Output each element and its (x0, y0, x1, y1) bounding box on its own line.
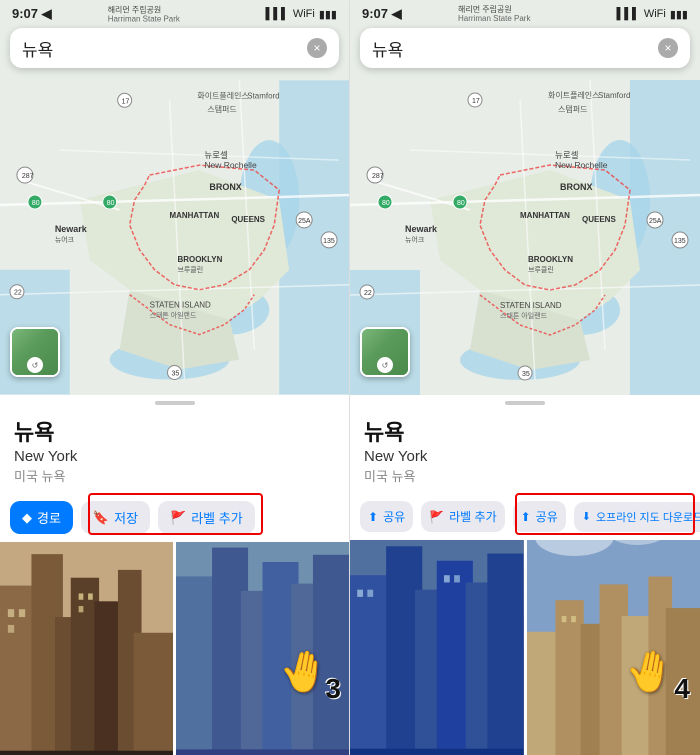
photo-tile-1-right[interactable] (350, 540, 524, 755)
svg-text:Newark: Newark (55, 224, 87, 234)
svg-text:BRONX: BRONX (209, 182, 241, 192)
svg-text:287: 287 (372, 173, 384, 180)
offline-button-right[interactable]: ⬇ 오프라인 지도 다운로드 (574, 502, 700, 532)
wifi-icon-r: WiFi (644, 8, 666, 20)
search-clear-right[interactable]: × (658, 38, 678, 58)
svg-text:QUEENS: QUEENS (231, 215, 265, 224)
svg-text:뉴로셀: 뉴로셀 (555, 150, 579, 160)
svg-text:화이트플레인스: 화이트플레인스 (197, 90, 248, 100)
map-thumbnail-left[interactable]: ↺ (10, 327, 60, 377)
svg-text:BROOKLYN: BROOKLYN (177, 255, 222, 264)
search-text-left: 뉴욕 (22, 36, 307, 61)
svg-text:MANHATTAN: MANHATTAN (520, 211, 570, 220)
city-name-kr-right: 뉴욕 (364, 415, 686, 447)
city-name-kr-left: 뉴욕 (14, 415, 335, 447)
share-button-right[interactable]: ⬆ 공유 (360, 501, 413, 532)
status-bar-right: 9:07 ◀ ▌▌▌ WiFi ▮▮▮ (350, 0, 700, 28)
svg-text:Stamford: Stamford (598, 91, 630, 100)
svg-text:뉴어크: 뉴어크 (55, 235, 75, 244)
svg-text:스태튼 아일랜드: 스태튼 아일랜드 (500, 311, 548, 320)
svg-text:25A: 25A (649, 218, 662, 225)
scroll-indicator-right (505, 401, 545, 405)
svg-text:뉴어크: 뉴어크 (405, 235, 425, 244)
svg-text:35: 35 (522, 371, 530, 378)
svg-text:80: 80 (32, 200, 40, 207)
svg-text:17: 17 (472, 98, 480, 105)
status-bar-left: 9:07 ◀ ▌▌▌ WiFi ▮▮▮ (0, 0, 349, 28)
svg-text:25A: 25A (298, 218, 311, 225)
search-bar-right[interactable]: 뉴욕 × (360, 28, 690, 68)
photo-tile-2-right[interactable] (527, 540, 700, 755)
svg-text:22: 22 (364, 290, 372, 297)
scroll-indicator-left (155, 401, 195, 405)
save-button-left[interactable]: 🔖 저장 (81, 501, 150, 534)
status-time-left: 9:07 ◀ (12, 6, 52, 22)
svg-text:스탬퍼드: 스탬퍼드 (207, 104, 236, 114)
search-clear-left[interactable]: × (307, 38, 327, 58)
svg-text:22: 22 (14, 290, 22, 297)
info-card-right: 뉴욕 New York 미국 뉴욕 (350, 409, 700, 493)
city-region-left: 미국 뉴욕 (14, 466, 335, 485)
route-button-left[interactable]: ◆ 경로 (10, 501, 73, 534)
svg-text:80: 80 (107, 200, 115, 207)
search-bar-left[interactable]: 뉴욕 × (10, 28, 339, 68)
svg-text:35: 35 (172, 370, 180, 377)
svg-text:135: 135 (323, 238, 335, 245)
svg-text:스탬퍼드: 스탬퍼드 (558, 104, 587, 114)
photo-tile-1-left[interactable] (0, 542, 173, 755)
battery-icon: ▮▮▮ (319, 8, 337, 21)
city-name-en-right: New York (364, 448, 686, 465)
label-icon-r: 🚩 (429, 510, 444, 524)
svg-text:STATEN ISLAND: STATEN ISLAND (500, 301, 562, 310)
left-panel: 9:07 ◀ ▌▌▌ WiFi ▮▮▮ (0, 0, 350, 755)
svg-text:브루클린: 브루클린 (528, 265, 554, 274)
share2-button-right[interactable]: ⬆ 공유 (513, 501, 566, 532)
right-panel: 9:07 ◀ ▌▌▌ WiFi ▮▮▮ 해리먼 주립공원 Harr (350, 0, 700, 755)
share2-icon: ⬆ (521, 510, 531, 524)
status-icons-left: ▌▌▌ WiFi ▮▮▮ (265, 8, 337, 21)
svg-text:80: 80 (457, 200, 465, 207)
svg-text:135: 135 (674, 238, 686, 245)
svg-text:MANHATTAN: MANHATTAN (170, 211, 220, 220)
search-text-right: 뉴욕 (372, 36, 658, 61)
label-button-left[interactable]: 🚩 라벨 추가 (158, 501, 255, 534)
photos-row-right: 🤚 4 (350, 540, 700, 755)
svg-text:80: 80 (382, 200, 390, 207)
svg-text:화이트플레인스: 화이트플레인스 (548, 90, 600, 100)
share-icon: ⬆ (368, 510, 378, 524)
svg-text:Newark: Newark (405, 224, 438, 234)
svg-text:17: 17 (122, 98, 130, 105)
status-time-right: 9:07 ◀ (362, 6, 402, 22)
svg-text:New Rochelle: New Rochelle (204, 160, 257, 170)
city-region-right: 미국 뉴욕 (364, 466, 686, 485)
info-card-left: 뉴욕 New York 미국 뉴욕 (0, 409, 349, 493)
photos-row-left: 🤚 3 (0, 542, 349, 755)
signal-icon-r: ▌▌▌ (616, 8, 639, 20)
svg-text:브루클린: 브루클린 (177, 265, 203, 274)
route-icon: ◆ (22, 510, 32, 526)
action-row-left: ◆ 경로 🔖 저장 🚩 라벨 추가 (0, 493, 349, 542)
action-row-right: ⬆ 공유 🚩 라벨 추가 ⬆ 공유 ⬇ 오프라인 지도 다운로드 (350, 493, 700, 540)
svg-text:New Rochelle: New Rochelle (555, 160, 608, 170)
city-name-en-left: New York (14, 448, 335, 465)
map-thumbnail-right[interactable]: ↺ (360, 327, 410, 377)
photo-tile-2-left[interactable] (176, 542, 349, 755)
svg-text:STATEN ISLAND: STATEN ISLAND (150, 301, 211, 310)
status-icons-right: ▌▌▌ WiFi ▮▮▮ (616, 8, 688, 21)
download-icon: ⬇ (582, 510, 591, 523)
svg-text:QUEENS: QUEENS (582, 215, 616, 224)
svg-text:Stamford: Stamford (247, 91, 279, 100)
svg-text:BRONX: BRONX (560, 182, 593, 192)
battery-icon-r: ▮▮▮ (670, 8, 688, 21)
svg-text:스태튼 아일랜드: 스태튼 아일랜드 (150, 311, 197, 320)
label-button-right[interactable]: 🚩 라벨 추가 (421, 501, 504, 532)
svg-text:뉴로셀: 뉴로셀 (204, 150, 228, 160)
save-icon: 🔖 (93, 510, 109, 526)
label-icon: 🚩 (170, 510, 186, 526)
svg-text:287: 287 (22, 173, 34, 180)
signal-icon: ▌▌▌ (265, 8, 288, 20)
svg-text:BROOKLYN: BROOKLYN (528, 255, 573, 264)
wifi-icon: WiFi (293, 8, 315, 20)
